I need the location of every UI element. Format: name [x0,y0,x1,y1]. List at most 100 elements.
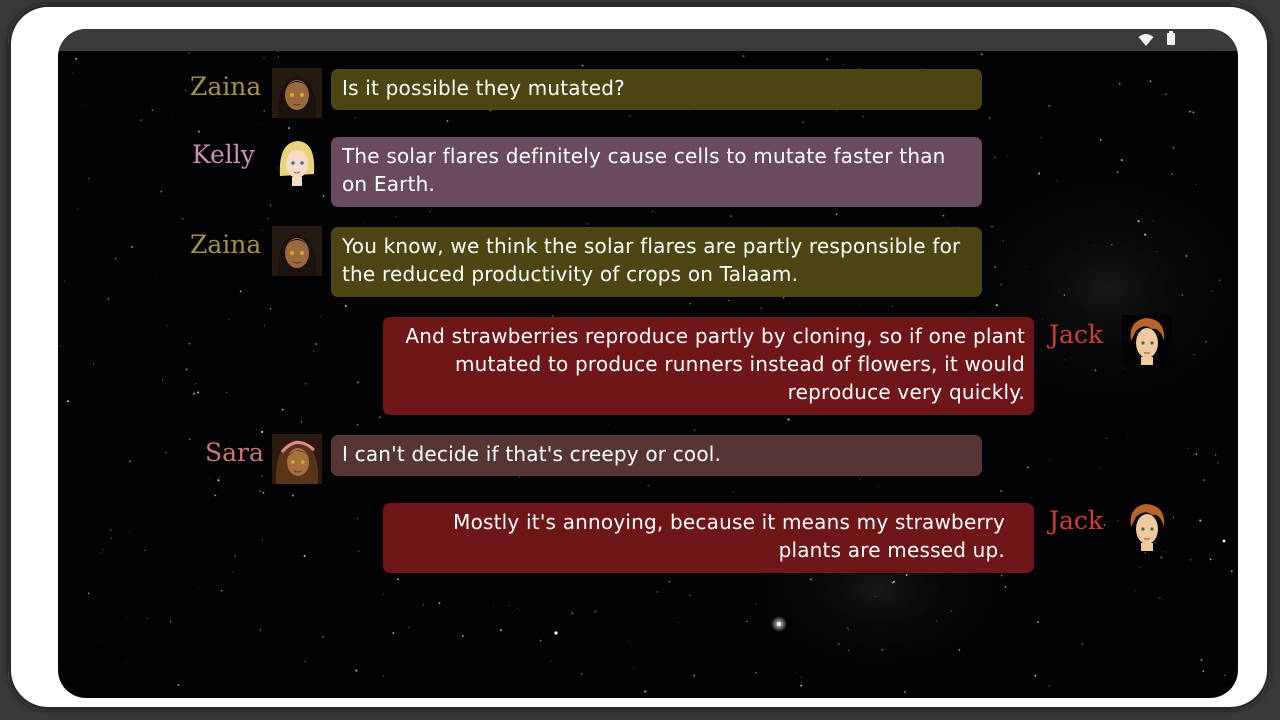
star [1144,233,1147,236]
star [1195,453,1198,455]
star [1223,674,1227,677]
star [1063,294,1066,296]
star [356,423,359,426]
speaker-name: Jack [1049,506,1104,535]
message-bubble: You know, we think the solar flares are … [331,227,982,297]
star [875,596,876,597]
star [1156,250,1158,252]
star [1111,244,1113,246]
star [281,408,284,411]
message-bubble: I can't decide if that's creepy or cool. [331,435,982,476]
message-bubble: The solar flares definitely cause cells … [331,137,982,207]
star [261,430,264,434]
star [1158,597,1161,599]
star [184,89,186,91]
star [1160,556,1163,559]
star [1200,659,1203,662]
star [362,221,364,223]
star [199,587,201,588]
star [109,529,112,532]
zaina-avatar [272,226,322,276]
star [129,532,131,534]
star [208,477,209,479]
star [382,675,384,677]
star [156,277,158,279]
star [732,492,734,493]
star [355,669,358,672]
star [1203,479,1205,481]
star [782,296,785,299]
star [151,109,154,111]
star [1025,266,1027,268]
star [903,690,906,693]
star [500,629,502,632]
star [264,324,266,326]
phone-screen: Zaina Is it possible they mutated? Kelly [58,29,1238,698]
device-frame: Zaina Is it possible they mutated? Kelly [8,4,1270,710]
star [193,392,196,395]
sara-avatar [272,434,322,484]
star [891,305,893,307]
star [1195,183,1197,185]
star [581,64,584,67]
star [835,213,838,216]
star [1004,585,1007,588]
star [1185,254,1188,258]
star [781,496,783,498]
star [1172,516,1175,518]
star [300,421,303,423]
star [92,362,95,365]
star [267,217,269,219]
star [1041,318,1043,320]
star [1002,240,1004,242]
star [228,318,230,321]
star [1162,550,1164,552]
star [165,451,167,454]
star [320,315,322,317]
star [647,484,650,487]
star [1230,570,1233,573]
star [1216,461,1219,464]
star [1040,137,1042,138]
star [950,610,952,612]
star [263,110,265,112]
star [935,620,938,622]
star [220,589,223,592]
star [862,115,864,117]
star [1120,159,1123,162]
star [262,491,265,494]
star [303,554,306,557]
star [755,603,757,605]
star [847,649,850,652]
star [809,578,812,581]
star [608,424,610,426]
star [1007,155,1009,156]
jack-avatar [1122,315,1172,365]
star [517,607,519,609]
star [1034,674,1037,677]
star [144,549,146,552]
star [107,556,109,558]
star [727,299,730,301]
speaker-name: Sara [205,438,264,467]
star [571,612,574,615]
star [177,684,180,687]
star [1055,180,1057,182]
star [1152,219,1154,221]
star [146,617,148,619]
star [344,304,347,307]
star [1026,466,1029,469]
star [633,666,635,668]
star [171,116,173,117]
battery-icon [1167,31,1175,45]
star [160,191,162,193]
star [1202,670,1205,672]
star [493,605,495,607]
speaker-name: Zaina [190,230,262,259]
message-bubble: And strawberries reproduce partly by clo… [383,317,1034,415]
star [110,537,112,539]
star [100,552,102,553]
star [550,659,553,662]
star [1218,279,1220,281]
star [689,594,692,597]
